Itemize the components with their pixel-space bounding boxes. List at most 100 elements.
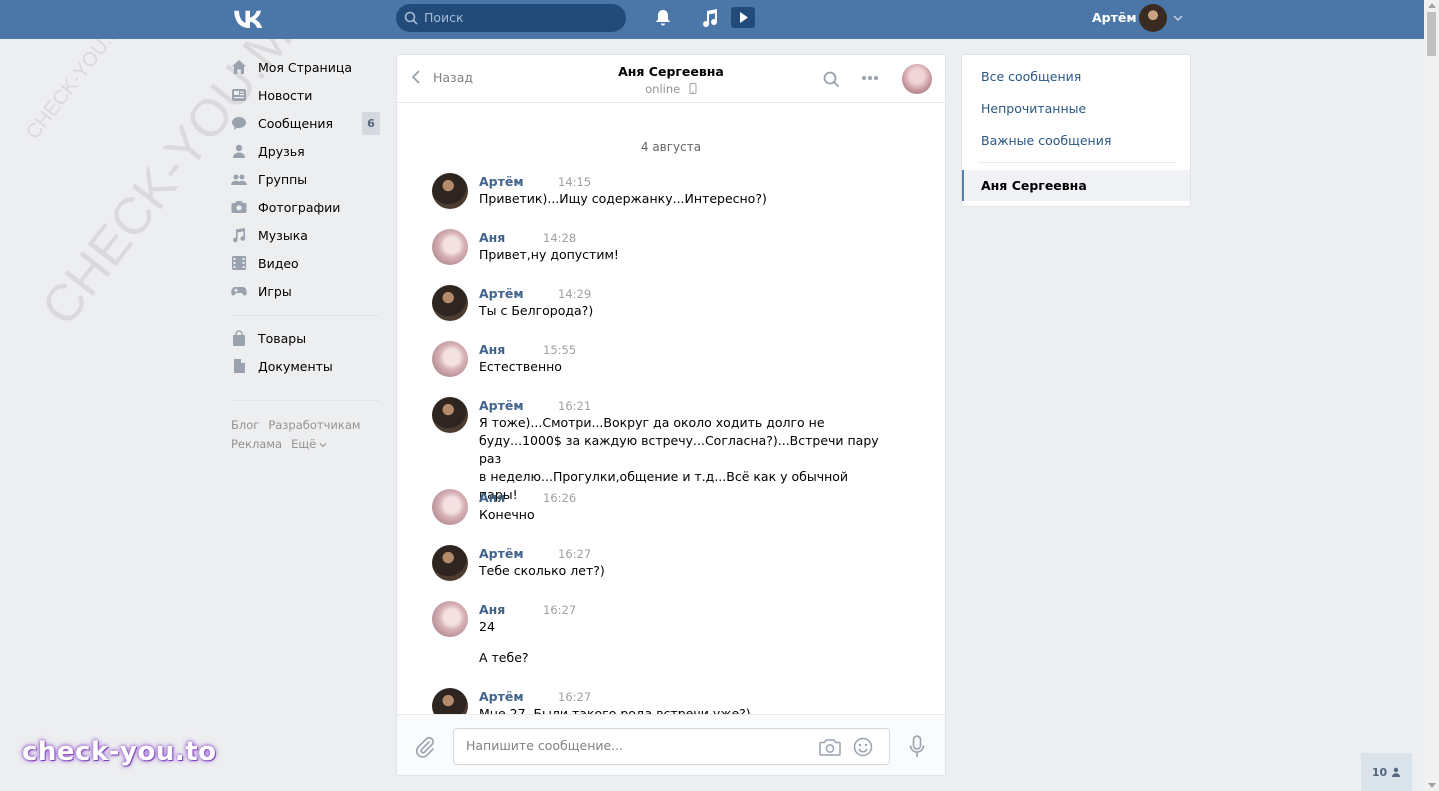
page-scrollbar[interactable] — [1424, 0, 1439, 791]
sidebar-item-label: Документы — [258, 358, 333, 374]
footer-link-blog[interactable]: Блог — [231, 418, 259, 432]
chat-status: online — [397, 82, 945, 96]
author-avatar[interactable] — [432, 173, 468, 209]
author-name[interactable]: Аня — [479, 490, 505, 505]
message-text: 24 — [479, 619, 495, 634]
mobile-icon — [689, 83, 697, 94]
microphone-icon[interactable] — [909, 735, 925, 759]
sidebar-item-label: Музыка — [258, 227, 308, 243]
message-time: 16:27 — [558, 690, 592, 704]
message-line: Я тоже)...Смотри...Вокруг да около ходит… — [479, 415, 825, 430]
author-avatar[interactable] — [432, 229, 468, 265]
message-time: 14:28 — [543, 231, 577, 245]
message-text: Естественно — [479, 359, 562, 374]
message-input-box[interactable] — [453, 728, 890, 765]
status-text: online — [645, 82, 681, 96]
sidebar-item-video[interactable]: Видео — [231, 249, 381, 277]
sidebar-item-label: Видео — [258, 255, 299, 271]
footer-link-ads[interactable]: Реклама — [231, 437, 282, 451]
author-avatar[interactable] — [432, 341, 468, 377]
message-time: 16:26 — [543, 491, 577, 505]
menu-important[interactable]: Важные сообщения — [981, 133, 1111, 148]
sidebar-separator — [231, 315, 379, 316]
message-input[interactable] — [466, 738, 796, 753]
message-line: буду...1000$ за каждую встречу...Согласн… — [479, 433, 879, 466]
author-name[interactable]: Артём — [479, 398, 524, 413]
menu-active-dialog[interactable]: Аня Сергеевна — [962, 170, 1190, 201]
message-time: 15:55 — [543, 343, 577, 357]
search-icon[interactable] — [823, 71, 840, 88]
sidebar-item-friends[interactable]: Друзья — [231, 137, 381, 165]
sidebar-item-news[interactable]: Новости — [231, 81, 381, 109]
sidebar-item-label: Фотографии — [258, 199, 341, 215]
message-text: Ты с Белгорода?) — [479, 303, 594, 318]
messages-count-badge: 6 — [362, 112, 380, 135]
person-icon — [1392, 767, 1401, 777]
games-icon — [231, 287, 247, 296]
message-time: 16:27 — [558, 547, 592, 561]
top-bar: Поиск Артём — [0, 0, 1424, 39]
author-avatar[interactable] — [432, 285, 468, 321]
menu-all-messages[interactable]: Все сообщения — [981, 69, 1081, 84]
sidebar-item-goods[interactable]: Товары — [231, 324, 381, 352]
author-avatar[interactable] — [432, 397, 468, 433]
author-name[interactable]: Аня — [479, 230, 505, 245]
menu-unread[interactable]: Непрочитанные — [981, 101, 1086, 116]
scroll-down-arrow[interactable] — [1428, 783, 1436, 788]
contact-avatar[interactable] — [902, 64, 932, 94]
author-name[interactable]: Аня — [479, 342, 505, 357]
sidebar-item-games[interactable]: Игры — [231, 277, 381, 305]
chevron-down-icon[interactable] — [319, 442, 327, 448]
groups-icon — [231, 174, 247, 185]
online-counter[interactable]: 10 — [1361, 753, 1412, 791]
smile-icon[interactable] — [853, 737, 873, 757]
bell-icon[interactable] — [653, 8, 673, 28]
camera-icon[interactable] — [819, 738, 841, 756]
author-avatar[interactable] — [432, 545, 468, 581]
sidebar-item-label: Группы — [258, 171, 308, 187]
message-text: А тебе? — [479, 650, 529, 665]
user-name[interactable]: Артём — [1092, 10, 1137, 25]
search-placeholder: Поиск — [424, 10, 464, 25]
sidebar-item-music[interactable]: Музыка — [231, 221, 381, 249]
author-avatar[interactable] — [432, 489, 468, 525]
scroll-up-arrow[interactable] — [1428, 3, 1436, 8]
message-time: 16:21 — [558, 399, 592, 413]
news-icon — [232, 89, 246, 101]
author-name[interactable]: Артём — [479, 546, 524, 561]
search-box[interactable]: Поиск — [396, 4, 626, 32]
sidebar-item-messages[interactable]: Сообщения — [231, 109, 381, 137]
footer-link-developers[interactable]: Разработчикам — [268, 418, 360, 432]
messages-filter-menu: Все сообщения Непрочитанные Важные сообщ… — [961, 54, 1191, 207]
message-time: 14:29 — [558, 287, 592, 301]
sidebar-item-my-page[interactable]: Моя Страница — [231, 53, 381, 81]
messages-icon — [232, 117, 246, 130]
author-name[interactable]: Артём — [479, 689, 524, 704]
sidebar-item-label: Товары — [258, 330, 307, 346]
music-icon — [233, 228, 245, 243]
sidebar-item-photos[interactable]: Фотографии — [231, 193, 381, 221]
more-icon[interactable] — [861, 75, 879, 81]
friends-icon — [233, 144, 245, 158]
music-icon[interactable] — [701, 8, 719, 28]
sidebar-item-groups[interactable]: Группы — [231, 165, 381, 193]
play-icon[interactable] — [731, 7, 755, 28]
camera-icon — [231, 201, 247, 213]
author-name[interactable]: Аня — [479, 602, 505, 617]
user-avatar[interactable] — [1139, 4, 1167, 32]
home-icon — [232, 60, 246, 74]
message-text: Конечно — [479, 507, 535, 522]
menu-separator — [978, 162, 1176, 163]
footer-link-more[interactable]: Ещё — [291, 437, 316, 451]
brand-watermark: check-you.to — [22, 737, 217, 767]
author-avatar[interactable] — [432, 601, 468, 637]
paperclip-icon[interactable] — [415, 736, 435, 758]
author-name[interactable]: Артём — [479, 286, 524, 301]
chevron-down-icon[interactable] — [1172, 13, 1184, 23]
vk-logo-icon[interactable] — [231, 7, 265, 29]
author-name[interactable]: Артём — [479, 174, 524, 189]
scroll-thumb[interactable] — [1427, 12, 1436, 56]
sidebar-item-documents[interactable]: Документы — [231, 352, 381, 380]
message-time: 16:27 — [543, 603, 577, 617]
message-text: Привет,ну допустим! — [479, 247, 619, 262]
